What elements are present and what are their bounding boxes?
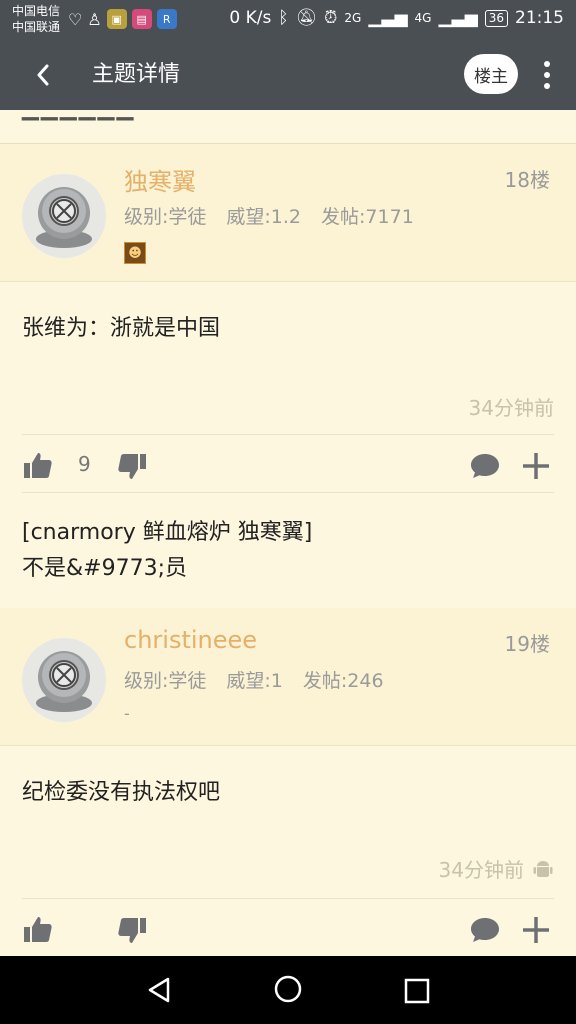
post-content: 张维为：浙就是中国 [22,316,221,341]
more-dot-icon [544,72,550,78]
default-avatar-icon [36,651,92,712]
medal-icon: ☻ [124,242,146,264]
divider [22,898,554,899]
comment-icon[interactable] [468,914,502,946]
quote-line-2: 不是&#9773;员 [22,556,187,581]
alarm-icon: ⏰︎ [324,8,338,28]
thumbs-up-icon[interactable] [22,450,54,482]
clock: 21:15 [515,8,564,28]
post-action-bar: 9 [22,444,554,488]
user-post-count: 发帖:246 [302,670,384,692]
page-title: 主题详情 [92,62,181,87]
avatar[interactable] [22,638,106,722]
post-header[interactable]: christineee 19楼 级别:学徒 威望:1 发帖:246 - [0,608,576,746]
more-dot-icon [544,61,550,67]
qq-icon: ♙ [87,9,102,29]
post-time: 34分钟前 [439,854,554,883]
plus-icon[interactable] [520,450,552,482]
status-bar: 中国电信 中国联通 ♡ ♙ ▣ ▤ R 0 K/s ᛒ 🔕︎ ⏰︎ 2G ▁▃▅… [0,0,576,40]
notification-icons: ♡ ♙ ▣ ▤ R [68,9,177,29]
back-button[interactable] [28,58,58,92]
nav-recent-apps-icon[interactable] [404,978,430,1004]
avatar[interactable] [22,174,106,258]
app-notification-icon-3: R [156,9,177,29]
quote-line-1: [cnarmory 鲜血熔炉 独寒翼] [22,520,313,545]
signal-icon-2: ▁▃▅ [438,8,478,28]
previous-post-clipped: ▁▁▁▁▁▁ [22,110,136,121]
thumbs-up-icon[interactable] [22,914,54,946]
floor-number: 19楼 [504,632,550,656]
default-avatar-icon [36,187,92,248]
floor-number: 18楼 [504,168,550,192]
heartbeat-icon: ♡ [68,9,83,29]
comment-icon[interactable] [468,450,502,482]
thumbs-down-icon[interactable] [116,914,148,946]
nav-back-icon[interactable] [146,976,174,1004]
post-content: 纪检委没有执法权吧 [22,780,221,805]
post-header[interactable]: 独寒翼 18楼 级别:学徒 威望:1.2 发帖:7171 ☻ [0,144,576,282]
network-type-2: 4G [414,11,432,25]
app-bar: 主题详情 楼主 [0,40,576,110]
user-signature: - [124,704,130,723]
user-stats: 级别:学徒 威望:1.2 发帖:7171 [124,202,414,229]
post-action-bar [22,908,554,952]
network-speed: 0 K/s [229,8,272,28]
user-level: 级别:学徒 [124,670,207,692]
user-reputation: 威望:1 [226,670,283,692]
user-post-count: 发帖:7171 [321,206,414,228]
user-stats: 级别:学徒 威望:1 发帖:246 [124,666,384,693]
like-count: 9 [78,452,91,476]
app-notification-icon: ▣ [106,9,127,29]
carrier-labels: 中国电信 中国联通 [12,3,60,35]
user-reputation: 威望:1.2 [226,206,302,228]
post-time: 34分钟前 [469,392,554,421]
divider [22,434,554,435]
quote-text: [cnarmory 鲜血熔炉 独寒翼] 不是&#9773;员 [22,515,312,587]
user-level: 级别:学徒 [124,206,207,228]
chevron-left-icon [37,64,49,86]
app-notification-icon-2: ▤ [131,9,152,29]
carrier-1: 中国电信 [12,4,61,18]
bluetooth-icon: ᛒ [278,8,289,28]
android-icon [533,860,553,877]
system-nav-bar [0,956,576,1024]
carrier-2: 中国联通 [12,20,61,34]
battery-indicator: 36 [484,9,508,27]
post-time-label: 34分钟前 [468,396,554,420]
plus-icon[interactable] [520,914,552,946]
more-dot-icon [544,83,550,89]
more-options-button[interactable] [532,58,562,92]
nav-home-icon[interactable] [273,974,303,1004]
thumbs-down-icon[interactable] [116,450,148,482]
network-type-1: 2G [344,11,362,25]
mute-icon: 🔕︎ [295,8,318,28]
post-time-label: 34分钟前 [438,858,524,882]
signal-icon: ▁▃▅ [368,8,408,28]
system-status: 0 K/s ᛒ 🔕︎ ⏰︎ 2G ▁▃▅ 4G ▁▃▅ 36 21:15 [229,8,564,28]
quote-block: [cnarmory 鲜血熔炉 独寒翼] 不是&#9773;员 [0,493,576,611]
username[interactable]: christineee [124,626,257,654]
only-owner-button[interactable]: 楼主 [464,54,518,94]
username[interactable]: 独寒翼 [124,162,196,197]
thread-content[interactable]: ▁▁▁▁▁▁ 独寒翼 18楼 级别:学徒 威望:1.2 发帖:7171 ☻ 张维… [0,110,576,956]
